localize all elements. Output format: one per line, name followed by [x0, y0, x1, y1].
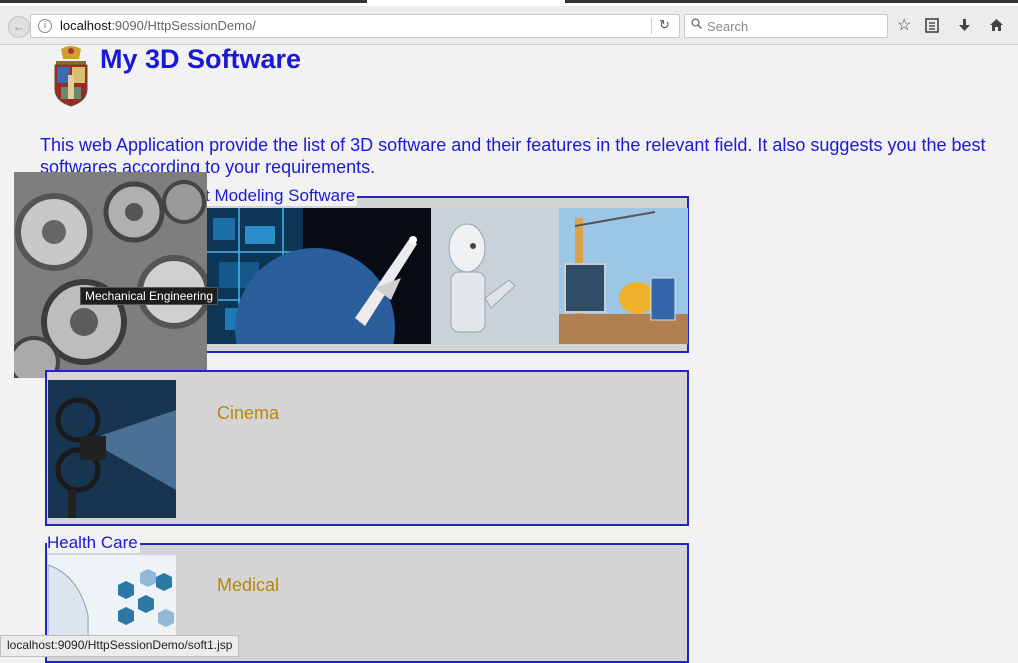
mechanical-engineering-image[interactable]	[14, 172, 207, 378]
address-text[interactable]: localhost:9090/HttpSessionDemo/	[60, 18, 256, 33]
university-crest-logo	[51, 45, 91, 107]
cinema-label[interactable]: Cinema	[217, 403, 279, 424]
film-projector-image[interactable]	[48, 380, 176, 518]
search-icon	[691, 18, 702, 32]
home-icon[interactable]	[989, 18, 1004, 36]
search-input[interactable]: Search	[707, 19, 748, 34]
bookmark-star-icon[interactable]: ☆	[897, 18, 911, 34]
download-icon[interactable]	[958, 18, 971, 37]
robot-image[interactable]	[431, 208, 559, 344]
reading-list-icon[interactable]	[925, 18, 939, 37]
address-bar[interactable]: i localhost:9090/HttpSessionDemo/ ↻	[30, 14, 680, 38]
section-legend: t Modeling Software	[205, 186, 358, 206]
construction-site-image[interactable]	[559, 208, 688, 344]
reload-icon[interactable]: ↻	[659, 17, 670, 33]
url-separator	[651, 18, 652, 34]
info-icon[interactable]: i	[38, 19, 52, 33]
cinema-section: Cinema	[45, 370, 689, 526]
page-title: My 3D Software	[100, 44, 302, 74]
browser-toolbar: ← i localhost:9090/HttpSessionDemo/ ↻ Se…	[0, 6, 1018, 45]
category-image-strip	[205, 208, 688, 344]
section-legend: Health Care	[47, 533, 140, 553]
search-bar[interactable]: Search	[684, 14, 888, 38]
back-arrow-icon[interactable]: ←	[8, 16, 30, 38]
status-bar-url: localhost:9090/HttpSessionDemo/soft1.jsp	[0, 635, 240, 657]
image-tooltip: Mechanical Engineering	[80, 287, 219, 305]
medical-label[interactable]: Medical	[217, 575, 279, 596]
